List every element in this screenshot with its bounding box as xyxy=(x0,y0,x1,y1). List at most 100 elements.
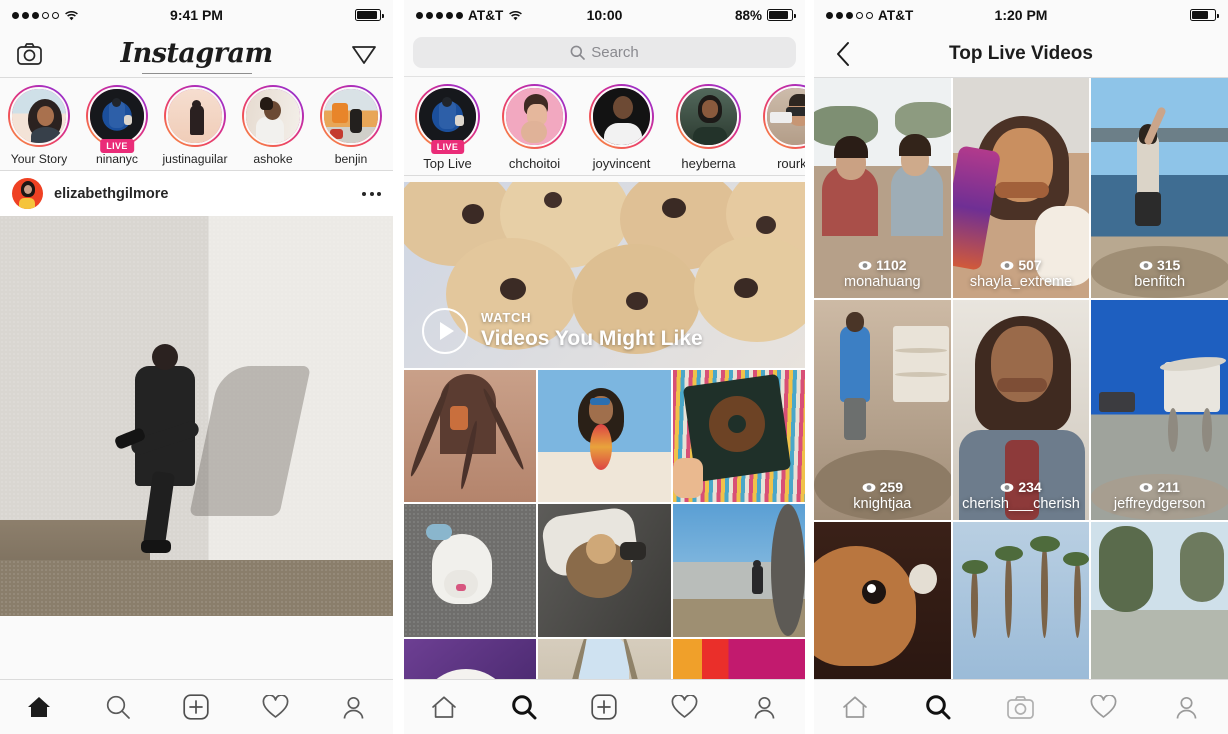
viewer-count: 315 xyxy=(1091,257,1228,273)
phone-panel-explore: AT&T 10:00 88% Search LIVE Top Live chch… xyxy=(404,0,805,734)
play-icon[interactable] xyxy=(422,308,468,354)
story-label: heyberna xyxy=(681,156,736,171)
viewers-icon xyxy=(1000,260,1014,270)
viewer-count: 507 xyxy=(953,257,1090,273)
post-username[interactable]: elizabethgilmore xyxy=(54,186,168,202)
story-item[interactable]: rourke xyxy=(752,84,805,171)
live-video-grid[interactable]: 1102 monahuang 507 shayla_extreme 315 be… xyxy=(814,78,1228,679)
back-chevron-icon[interactable] xyxy=(828,39,858,69)
story-item[interactable]: heyberna xyxy=(665,84,752,171)
more-options-icon[interactable] xyxy=(362,191,381,196)
battery-icon xyxy=(355,9,384,21)
story-avatar xyxy=(417,86,478,147)
live-video-tile[interactable]: 1102 monahuang xyxy=(814,78,951,298)
search-placeholder: Search xyxy=(591,44,639,61)
story-item[interactable]: chchoitoi xyxy=(491,84,578,171)
viewer-count-value: 315 xyxy=(1156,257,1181,273)
explore-content[interactable]: WATCH Videos You Might Like xyxy=(404,182,805,679)
explore-tile[interactable] xyxy=(672,370,805,503)
viewer-count-value: 1102 xyxy=(876,257,907,273)
tab-search[interactable] xyxy=(502,687,546,727)
camera-icon[interactable] xyxy=(14,39,44,69)
battery-percent: 88% xyxy=(734,7,762,23)
paper-plane-icon[interactable] xyxy=(349,39,379,69)
live-video-tile[interactable]: 211 jeffreydgerson xyxy=(1091,300,1228,520)
live-video-tile[interactable] xyxy=(952,522,1090,679)
tab-search[interactable] xyxy=(96,687,140,727)
tab-profile[interactable] xyxy=(1165,687,1209,727)
tab-home[interactable] xyxy=(422,687,466,727)
page-title: Top Live Videos xyxy=(949,42,1093,64)
status-left-panel3: AT&T xyxy=(826,8,913,23)
story-avatar xyxy=(244,87,302,145)
tab-bar-panel1[interactable] xyxy=(0,679,393,734)
tab-new-post[interactable] xyxy=(174,687,218,727)
live-video-tile[interactable]: 315 benfitch xyxy=(1091,78,1228,298)
story-ring xyxy=(502,84,567,149)
explore-tile[interactable] xyxy=(538,638,671,679)
live-video-tile[interactable]: 259 knightjaa xyxy=(814,300,951,520)
viewer-count-value: 259 xyxy=(879,479,903,495)
tab-profile[interactable] xyxy=(743,687,787,727)
tab-home[interactable] xyxy=(833,687,877,727)
status-right-panel2: 88% xyxy=(734,7,796,23)
explore-grid[interactable] xyxy=(404,370,805,679)
story-item[interactable]: LIVE ninanyc xyxy=(78,85,156,166)
story-item[interactable]: Your Story xyxy=(0,85,78,166)
story-tray-panel1[interactable]: Your Story LIVE ninanyc justinaguilar as… xyxy=(0,78,393,171)
signal-dots-icon xyxy=(12,11,59,19)
story-avatar xyxy=(88,87,146,145)
panel-gutter-1 xyxy=(393,0,404,734)
tab-search[interactable] xyxy=(916,687,960,727)
tab-new-post[interactable] xyxy=(582,687,626,727)
story-item[interactable]: justinaguilar xyxy=(156,85,234,166)
tab-activity[interactable] xyxy=(1082,687,1126,727)
tab-bar-panel2[interactable] xyxy=(404,679,805,734)
live-video-tile[interactable] xyxy=(1091,522,1228,679)
viewer-count-value: 211 xyxy=(1157,479,1180,495)
story-item[interactable]: benjin xyxy=(312,85,390,166)
live-video-tile[interactable]: 507 shayla_extreme xyxy=(952,78,1090,298)
explore-tile[interactable] xyxy=(404,370,537,503)
story-label: Top Live xyxy=(423,156,472,171)
live-meta: 507 shayla_extreme xyxy=(953,257,1090,290)
explore-tile[interactable] xyxy=(672,504,805,637)
explore-tile[interactable] xyxy=(538,504,671,637)
navbar-spacer xyxy=(1184,39,1214,69)
status-right-panel1 xyxy=(355,9,384,21)
logo-underline xyxy=(141,72,252,74)
watch-videos-card[interactable]: WATCH Videos You Might Like xyxy=(404,182,805,368)
search-input[interactable]: Search xyxy=(413,37,796,68)
tab-home[interactable] xyxy=(17,687,61,727)
status-right-panel3 xyxy=(1190,9,1219,21)
live-video-tile[interactable] xyxy=(814,522,951,679)
search-icon xyxy=(570,45,586,60)
live-video-tile[interactable]: 234 cherish___cherish xyxy=(952,300,1090,520)
viewer-count: 234 xyxy=(953,479,1090,495)
post-photo[interactable] xyxy=(0,216,393,616)
viewer-count-value: 507 xyxy=(1018,257,1042,273)
signal-dots-icon xyxy=(416,11,463,19)
tab-bar-panel3[interactable] xyxy=(814,679,1228,734)
watch-overlay[interactable]: WATCH Videos You Might Like xyxy=(422,308,703,354)
story-item[interactable]: ashoke xyxy=(234,85,312,166)
tab-activity[interactable] xyxy=(663,687,707,727)
story-item[interactable]: joyvincent xyxy=(578,84,665,171)
tab-camera[interactable] xyxy=(999,687,1043,727)
tab-profile[interactable] xyxy=(332,687,376,727)
explore-tile[interactable] xyxy=(672,638,805,679)
avatar[interactable] xyxy=(12,178,43,209)
tab-activity[interactable] xyxy=(253,687,297,727)
story-ring xyxy=(589,84,654,149)
story-label: ashoke xyxy=(253,152,293,166)
explore-tile[interactable] xyxy=(404,504,537,637)
explore-tile[interactable] xyxy=(538,370,671,503)
status-bar-panel1: 9:41 PM xyxy=(0,0,393,30)
story-ring xyxy=(8,85,70,147)
signal-dots-icon xyxy=(826,11,873,19)
story-ring xyxy=(86,85,148,147)
story-tray-panel2[interactable]: LIVE Top Live chchoitoi joyvincent heybe… xyxy=(404,77,805,176)
explore-tile[interactable] xyxy=(404,638,537,679)
story-item[interactable]: LIVE Top Live xyxy=(404,84,491,171)
story-ring xyxy=(763,84,805,149)
